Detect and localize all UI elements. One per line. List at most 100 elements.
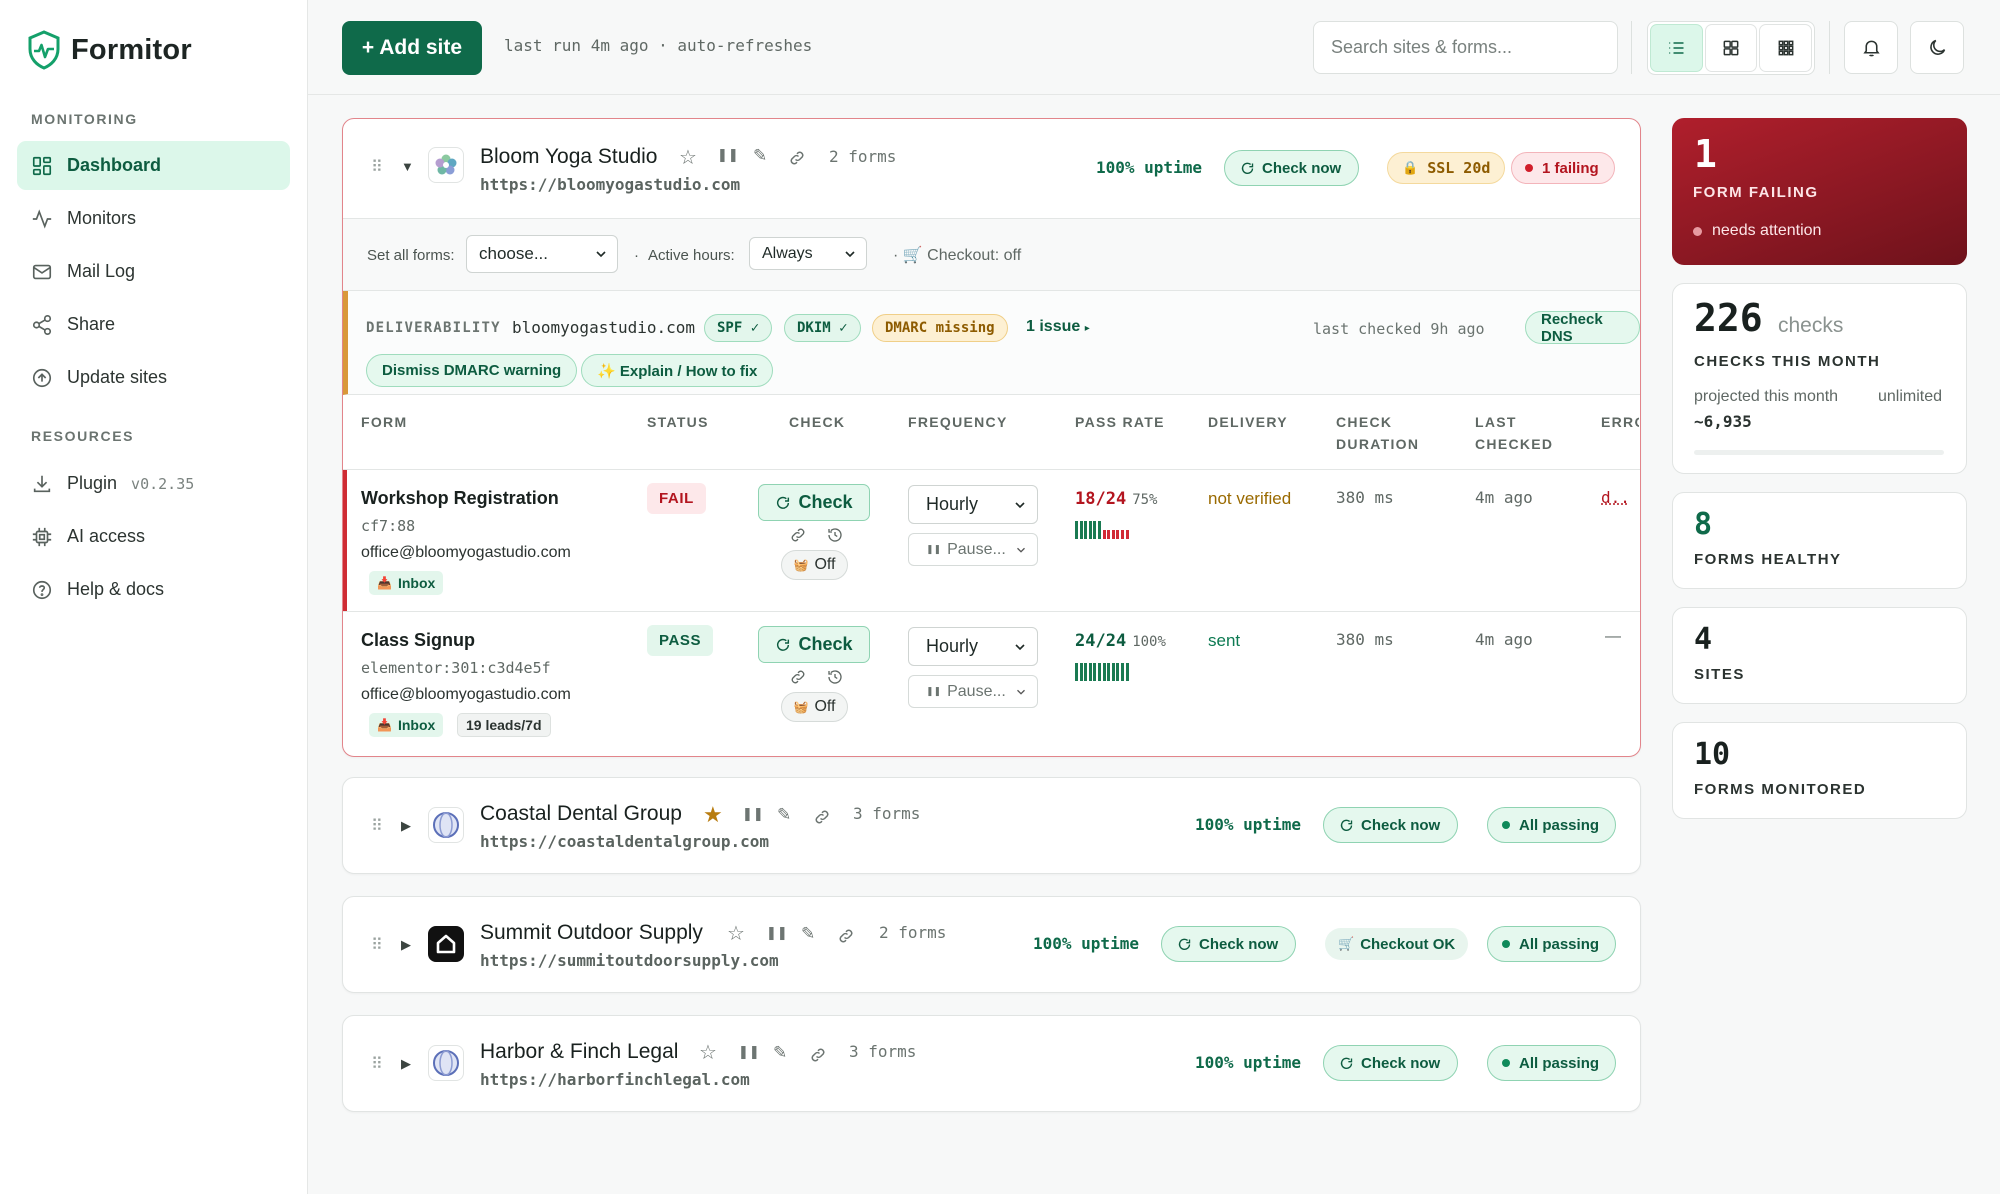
list-view-button[interactable] [1650,24,1703,72]
leads-tag: 19 leads/7d [457,713,551,737]
checkout-off-button[interactable]: 🧺 Off [781,692,848,722]
star-filled-icon[interactable]: ★ [703,802,723,828]
chevron-down-icon [1017,547,1025,553]
drag-handle-icon[interactable]: ⠿ [371,935,383,955]
activity-icon [32,208,52,229]
drag-handle-icon[interactable]: ⠿ [371,157,383,177]
collapse-caret-icon[interactable]: ▼ [401,159,414,174]
check-now-button[interactable]: Check now [1224,150,1360,186]
check-duration: 380 ms [1336,630,1394,649]
grid-view-button[interactable] [1704,24,1758,72]
drag-handle-icon[interactable]: ⠿ [371,816,383,836]
explain-fix-button[interactable]: ✨ Explain / How to fix [581,354,774,387]
stat-card-failing[interactable]: 1 FORM FAILING needs attention [1672,118,1967,265]
star-icon[interactable]: ☆ [727,921,745,946]
recheck-dns-button[interactable]: Recheck DNS [1525,311,1640,345]
site-header[interactable]: ⠿ ▶ Harbor & Finch Legal https://harborf… [343,1016,1640,1115]
check-now-button[interactable]: Check now [1323,1045,1459,1081]
site-url[interactable]: https://bloomyogastudio.com [480,175,740,194]
site-header[interactable]: ⠿ ▶ Summit Outdoor Supply https://summit… [343,897,1640,996]
site-header[interactable]: ⠿ ▼ Bloom Yoga Studio https://bloomyogas… [343,119,1640,218]
site-url[interactable]: https://summitoutdoorsupply.com [480,951,779,970]
form-name[interactable]: Class Signup [361,630,475,651]
expand-caret-icon[interactable]: ▶ [401,1056,411,1072]
site-url[interactable]: https://coastaldentalgroup.com [480,832,769,851]
stat-value: 8 [1694,507,1713,542]
sidebar-item-help-docs[interactable]: Help & docs [17,565,290,614]
site-card-summit-outdoor[interactable]: ⠿ ▶ Summit Outdoor Supply https://summit… [342,896,1641,993]
sidebar-item-plugin[interactable]: Plugin v0.2.35 [17,459,290,508]
site-name[interactable]: Summit Outdoor Supply [480,921,703,945]
pause-select[interactable]: ❚❚ Pause... [908,533,1038,566]
site-url[interactable]: https://harborfinchlegal.com [480,1070,750,1089]
search-input[interactable] [1313,21,1618,74]
star-icon[interactable]: ☆ [679,145,697,170]
sidebar-item-share[interactable]: Share [17,300,290,349]
link-icon[interactable] [789,668,807,686]
link-icon[interactable] [809,1046,827,1064]
sidebar-item-update-sites[interactable]: Update sites [17,353,290,402]
site-name[interactable]: Bloom Yoga Studio [480,145,657,169]
history-icon[interactable] [826,668,844,686]
check-button[interactable]: Check [758,626,870,663]
site-name[interactable]: Harbor & Finch Legal [480,1040,678,1064]
link-icon[interactable] [813,808,831,826]
uptime: 100% uptime [1096,158,1202,177]
sidebar-item-mail-log[interactable]: Mail Log [17,247,290,296]
drag-handle-icon[interactable]: ⠿ [371,1054,383,1074]
moon-icon [1929,39,1945,55]
frequency-value: Hourly [926,636,979,656]
edit-icon[interactable]: ✎ [801,924,815,944]
edit-icon[interactable]: ✎ [777,805,791,825]
shield-heartbeat-logo [28,30,60,70]
site-header[interactable]: ⠿ ▶ Coastal Dental Group https://coastal… [343,778,1640,877]
check-now-button[interactable]: Check now [1161,926,1297,962]
sidebar-item-ai-access[interactable]: AI access [17,512,290,561]
frequency-select[interactable]: Hourly [908,485,1038,524]
site-card-coastal-dental[interactable]: ⠿ ▶ Coastal Dental Group https://coastal… [342,777,1641,874]
sidebar-item-dashboard[interactable]: Dashboard [17,141,290,190]
history-bar-pass [1097,663,1101,681]
link-icon[interactable] [788,149,806,167]
last-run-status: last run 4m ago · auto-refreshes [504,36,813,55]
frequency-select[interactable]: Hourly [908,627,1038,666]
pause-icon[interactable]: ❚❚ [766,925,788,941]
star-icon[interactable]: ☆ [699,1040,717,1065]
notifications-button[interactable] [1844,21,1898,74]
pause-icon[interactable]: ❚❚ [738,1044,760,1060]
pause-icon[interactable]: ❚❚ [742,806,764,822]
history-bar-fail [1120,530,1124,539]
checkout-off-button[interactable]: 🧺 Off [781,550,848,580]
check-button[interactable]: Check [758,484,870,521]
issues-count: 1 issue [1026,318,1081,335]
pause-icon[interactable]: ❚❚ [717,147,739,163]
form-name[interactable]: Workshop Registration [361,488,559,509]
edit-icon[interactable]: ✎ [773,1043,787,1063]
check-now-button[interactable]: Check now [1323,807,1459,843]
dismiss-dmarc-button[interactable]: Dismiss DMARC warning [366,354,578,387]
pause-select[interactable]: ❚❚ Pause... [908,675,1038,708]
link-icon[interactable] [789,526,807,544]
add-site-button[interactable]: + Add site [342,21,482,75]
lock-icon: 🔒 [1402,160,1419,176]
check-now-label: Check now [1199,935,1279,953]
theme-toggle-button[interactable] [1910,21,1964,74]
plugin-version: v0.2.35 [131,474,195,493]
active-hours-select[interactable]: Always [749,237,867,270]
edit-icon[interactable]: ✎ [753,146,767,166]
expand-caret-icon[interactable]: ▶ [401,818,411,834]
link-icon[interactable] [837,927,855,945]
history-bar-pass [1084,663,1088,681]
site-name[interactable]: Coastal Dental Group [480,802,682,826]
set-all-select[interactable]: choose... [466,235,618,273]
issues-toggle[interactable]: 1 issue ▸ [1026,318,1090,336]
history-icon[interactable] [826,526,844,544]
checkout-toggle[interactable]: · 🛒 Checkout: off [893,245,1021,265]
site-card-harbor-finch[interactable]: ⠿ ▶ Harbor & Finch Legal https://harborf… [342,1015,1641,1112]
expand-caret-icon[interactable]: ▶ [401,937,411,953]
failing-badge[interactable]: 1 failing [1511,152,1615,184]
error-text[interactable]: d.. [1601,488,1630,507]
sidebar-item-monitors[interactable]: Monitors [17,194,290,243]
compact-grid-view-button[interactable] [1759,24,1813,72]
brand[interactable]: Formitor [27,30,192,70]
